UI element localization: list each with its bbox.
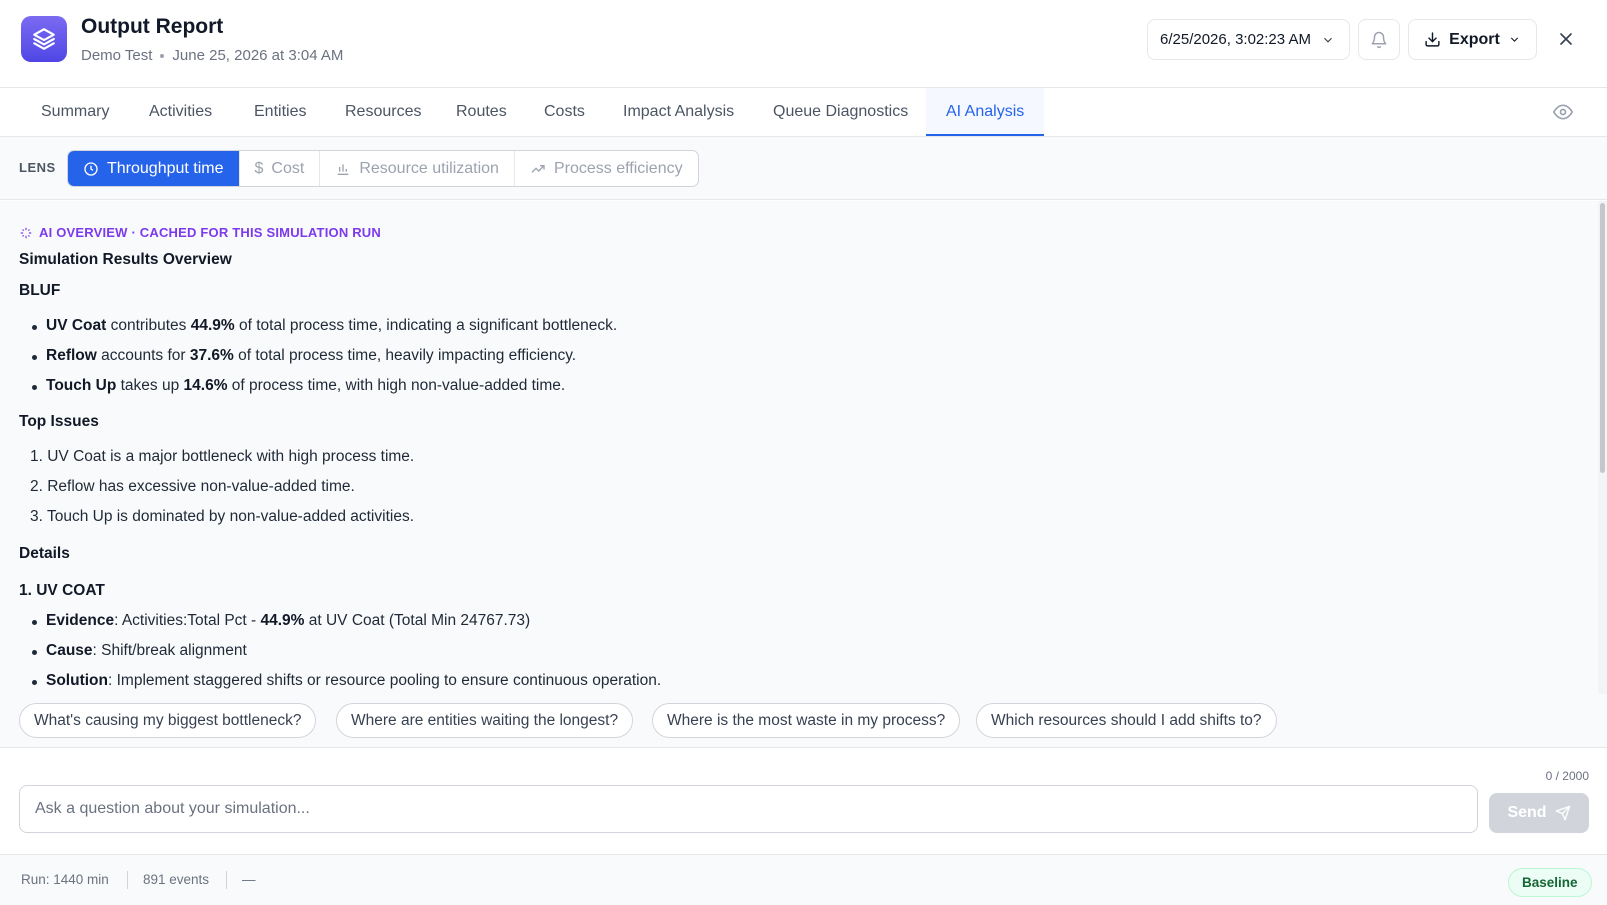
scrollbar-thumb[interactable]	[1600, 203, 1605, 473]
top-issue-item: 3. Touch Up is dominated by non-value-ad…	[30, 508, 414, 525]
status-extra: —	[242, 872, 256, 887]
trending-up-icon	[531, 164, 545, 173]
chevron-down-icon	[1324, 37, 1332, 43]
tab-queue-diagnostics[interactable]: Queue Diagnostics	[753, 88, 928, 136]
chevron-down-icon	[1510, 37, 1518, 42]
overview-heading: Simulation Results Overview	[19, 251, 232, 268]
suggestion-chip[interactable]: Which resources should I add shifts to?	[976, 703, 1277, 738]
question-input[interactable]	[19, 785, 1478, 833]
clock-icon	[84, 161, 98, 176]
close-button[interactable]	[1552, 25, 1580, 53]
lens-throughput-time[interactable]: Throughput time	[68, 151, 240, 186]
lens-utilization-label: Resource utilization	[359, 159, 499, 177]
dollar-icon: $	[254, 159, 264, 177]
run-select[interactable]: 6/25/2026, 3:02:23 AM	[1147, 19, 1350, 60]
event-count: 891 events	[143, 872, 210, 887]
tab-routes[interactable]: Routes	[436, 88, 527, 136]
notifications-button[interactable]	[1358, 19, 1400, 60]
lens-bar: LENS Throughput time $ Cost Resource uti…	[0, 137, 1607, 200]
lens-label: LENS	[19, 160, 56, 175]
question-input-area: 0 / 2000 Send	[0, 749, 1607, 854]
separator-dot	[160, 53, 165, 58]
lens-resource-utilization[interactable]: Resource utilization	[320, 151, 515, 186]
report-header: Output Report Demo Test June 25, 2026 at…	[0, 0, 1607, 88]
ai-overview-label: AI OVERVIEW · CACHED FOR THIS SIMULATION…	[39, 225, 381, 240]
download-icon	[1425, 32, 1440, 47]
content-scrollbar[interactable]	[1598, 201, 1607, 694]
bluf-item: UV Coat contributes 44.9% of total proce…	[31, 317, 618, 334]
lens-cost[interactable]: $ Cost	[240, 151, 321, 186]
send-button[interactable]: Send	[1489, 793, 1589, 833]
detail-solution: Solution: Implement staggered shifts or …	[31, 672, 662, 689]
status-bar: Run: 1440 min 891 events — Baseline	[0, 854, 1607, 905]
run-duration: Run: 1440 min	[21, 872, 109, 887]
detail-cause: Cause: Shift/break alignment	[32, 642, 247, 659]
tab-activities[interactable]: Activities	[129, 88, 232, 136]
export-label: Export	[1449, 30, 1500, 48]
detail-evidence: Evidence: Activities:Total Pct - 44.9% a…	[31, 612, 531, 629]
report-subtitle: Demo Test June 25, 2026 at 3:04 AM	[81, 47, 343, 64]
lens-throughput-label: Throughput time	[107, 159, 224, 177]
status-divider	[226, 871, 227, 889]
tab-ai-analysis[interactable]: AI Analysis	[926, 88, 1045, 136]
report-date: June 25, 2026 at 3:04 AM	[172, 47, 344, 64]
bluf-heading: BLUF	[19, 282, 61, 299]
bluf-item: Reflow accounts for 37.6% of total proce…	[31, 347, 577, 364]
suggestion-chip[interactable]: What's causing my biggest bottleneck?	[19, 703, 317, 738]
close-icon	[1560, 33, 1572, 45]
bar-chart-icon	[337, 163, 349, 175]
layers-icon	[21, 16, 67, 62]
project-name: Demo Test	[81, 47, 153, 64]
baseline-badge: Baseline	[1508, 868, 1592, 897]
ai-analysis-content[interactable]: AI OVERVIEW · CACHED FOR THIS SIMULATION…	[0, 201, 1598, 694]
status-divider	[127, 871, 128, 889]
suggestion-chip[interactable]: Where are entities waiting the longest?	[336, 703, 634, 738]
top-issue-item: 1. UV Coat is a major bottleneck with hi…	[30, 448, 415, 465]
detail-uv-coat-heading: 1. UV COAT	[19, 582, 105, 599]
tab-resources[interactable]: Resources	[325, 88, 441, 136]
bell-icon	[1371, 31, 1387, 48]
char-count: 0 / 2000	[1545, 769, 1589, 783]
lens-cost-label: Cost	[271, 159, 305, 177]
lens-process-efficiency[interactable]: Process efficiency	[515, 151, 698, 186]
run-select-value: 6/25/2026, 3:02:23 AM	[1160, 31, 1311, 48]
suggestion-chips: What's causing my biggest bottleneck? Wh…	[0, 694, 1607, 748]
tab-costs[interactable]: Costs	[524, 88, 605, 136]
suggestion-chip[interactable]: Where is the most waste in my process?	[652, 703, 961, 738]
bluf-item: Touch Up takes up 14.6% of process time,…	[31, 377, 566, 394]
export-button[interactable]: Export	[1408, 19, 1537, 60]
tab-summary[interactable]: Summary	[21, 88, 129, 136]
sparkle-icon	[20, 227, 32, 238]
top-issues-heading: Top Issues	[19, 413, 99, 430]
lens-efficiency-label: Process efficiency	[553, 159, 683, 177]
tab-bar: Summary Activities Entities Resources Ro…	[0, 88, 1607, 137]
tab-impact-analysis[interactable]: Impact Analysis	[603, 88, 754, 136]
page-title: Output Report	[81, 15, 224, 38]
eye-icon[interactable]	[1551, 100, 1575, 124]
top-issue-item: 2. Reflow has excessive non-value-added …	[30, 478, 355, 495]
send-label: Send	[1507, 804, 1547, 821]
lens-segmented-control: Throughput time $ Cost Resource utilizat…	[67, 150, 699, 187]
send-icon	[1555, 805, 1570, 821]
ai-overview-tag: AI OVERVIEW · CACHED FOR THIS SIMULATION…	[19, 225, 381, 240]
tab-entities[interactable]: Entities	[234, 88, 326, 136]
details-heading: Details	[19, 545, 70, 562]
